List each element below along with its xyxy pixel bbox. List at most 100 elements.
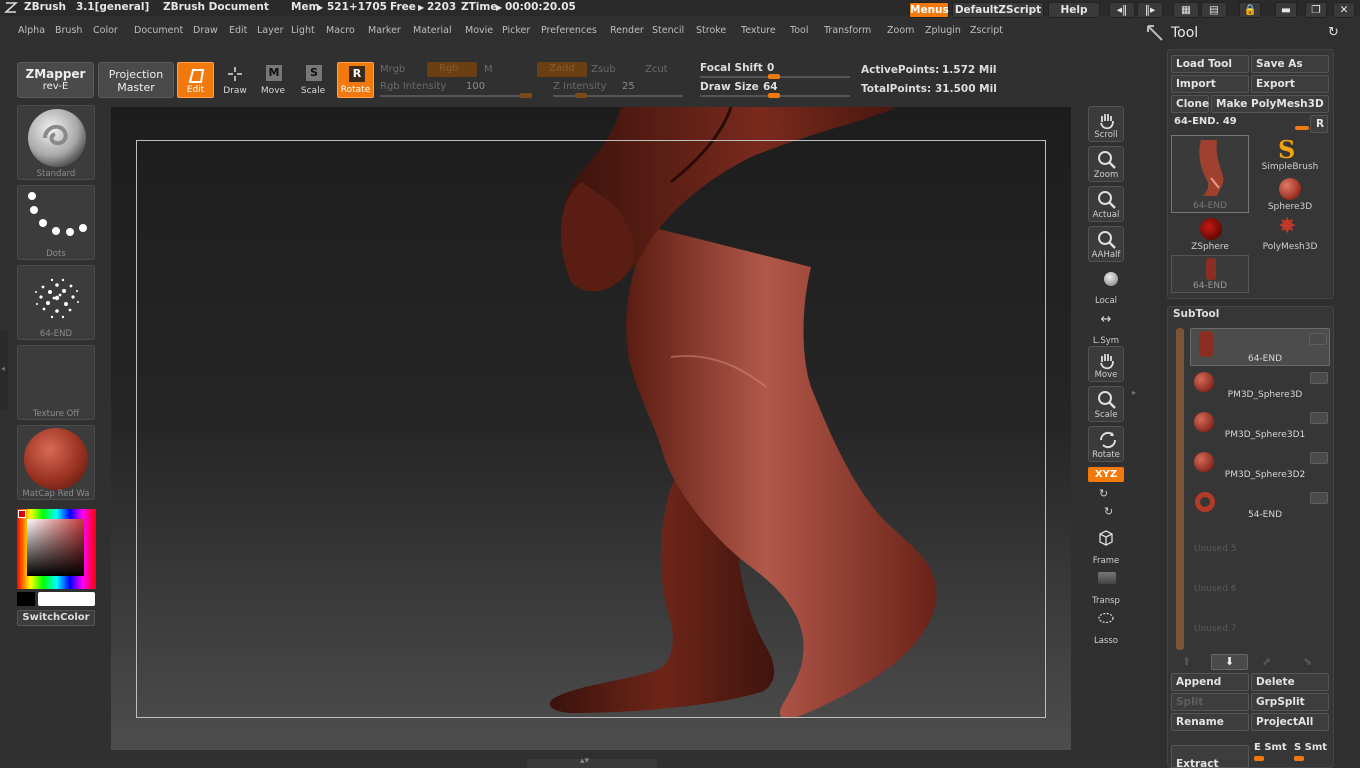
current-tool-slider[interactable]: 64-END. 49 (1171, 115, 1309, 132)
menu-alpha[interactable]: Alpha (18, 25, 45, 36)
zsub-button[interactable]: Zsub (591, 64, 616, 75)
scroll-tool[interactable]: Scroll (1088, 106, 1124, 142)
arrow-down-icon[interactable]: ⬇ (1211, 654, 1248, 670)
zcut-button[interactable]: Zcut (645, 64, 668, 75)
menu-zoom[interactable]: Zoom (887, 25, 914, 36)
arrow-upright-icon[interactable]: ⬈ (1262, 655, 1271, 668)
subtool-row-pm3d-sphere3d1[interactable]: PM3D_Sphere3D1 (1190, 408, 1330, 446)
z-intensity-slider[interactable] (553, 95, 683, 97)
save-as-button[interactable]: Save As (1251, 55, 1329, 73)
draw-size-knob[interactable] (768, 93, 780, 98)
edit-button[interactable]: Edit (177, 62, 214, 98)
tool-thumb-polymesh3d[interactable]: ✸ PolyMesh3D (1262, 214, 1318, 254)
color-marker[interactable] (18, 510, 26, 518)
menu-color[interactable]: Color (93, 25, 118, 36)
menu-macro[interactable]: Macro (326, 25, 355, 36)
menu-tool[interactable]: Tool (790, 25, 808, 36)
append-button[interactable]: Append (1171, 673, 1249, 691)
menu-stroke[interactable]: Stroke (696, 25, 726, 36)
visibility-eye-icon[interactable] (1309, 333, 1327, 345)
menus-button[interactable]: Menus (909, 2, 949, 18)
layout-alt-icon[interactable]: ▤ (1201, 2, 1227, 18)
rgb-intensity-slider[interactable] (380, 95, 530, 97)
arrow-up-icon[interactable]: ⬆ (1182, 655, 1191, 668)
layout-icon[interactable]: ▦ (1173, 2, 1199, 18)
aahalf-tool[interactable]: AAHalf (1088, 226, 1124, 262)
arrow-downright-icon[interactable]: ⬊ (1303, 655, 1312, 668)
menu-brush[interactable]: Brush (55, 25, 82, 36)
main-color-swatch[interactable] (38, 592, 95, 606)
rotate-button[interactable]: R Rotate (337, 62, 374, 98)
visibility-eye-icon[interactable] (1310, 412, 1328, 424)
secondary-color-swatch[interactable] (17, 592, 35, 606)
current-tool-knob[interactable] (1295, 126, 1309, 130)
rotate-y-icon[interactable]: ↻ (1099, 487, 1108, 500)
frame-tool[interactable]: Frame (1086, 528, 1126, 566)
rgb-toggle[interactable]: Rgb (427, 62, 477, 77)
scroll-left-icon[interactable]: ◂‖ (1109, 2, 1135, 18)
e-smt-knob[interactable] (1254, 756, 1264, 761)
rgb-intensity-knob[interactable] (520, 93, 532, 98)
default-zscript-button[interactable]: DefaultZScript (952, 2, 1044, 18)
draw-button[interactable]: Draw (218, 62, 252, 98)
texture-selector[interactable]: Texture Off (17, 345, 95, 420)
menu-material[interactable]: Material (413, 25, 452, 36)
actual-tool[interactable]: Actual (1088, 186, 1124, 222)
menu-picker[interactable]: Picker (502, 25, 530, 36)
export-button[interactable]: Export (1251, 75, 1329, 93)
subtool-row-54end[interactable]: 54-END (1190, 488, 1330, 526)
grpsplit-button[interactable]: GrpSplit (1251, 693, 1329, 711)
menu-layer[interactable]: Layer (257, 25, 284, 36)
switch-color-button[interactable]: SwitchColor (17, 610, 95, 626)
menu-render[interactable]: Render (610, 25, 644, 36)
m-button[interactable]: M (484, 64, 493, 75)
menu-draw[interactable]: Draw (193, 25, 218, 36)
clone-button[interactable]: Clone (1171, 95, 1209, 113)
menu-preferences[interactable]: Preferences (541, 25, 597, 36)
stroke-selector[interactable]: Dots (17, 185, 95, 260)
menu-stencil[interactable]: Stencil (652, 25, 684, 36)
move-button[interactable]: M Move (256, 62, 290, 98)
projectall-button[interactable]: ProjectAll (1251, 713, 1329, 731)
lsym-tool[interactable]: ↔ L.Sym (1086, 308, 1126, 346)
tool-thumb-64end[interactable]: 64-END (1171, 135, 1249, 213)
menu-marker[interactable]: Marker (368, 25, 401, 36)
subtool-scrollbar[interactable] (1176, 328, 1184, 650)
subtool-row-unused7[interactable]: Unused 7 (1190, 608, 1330, 646)
tool-thumb-simplebrush[interactable]: S SimpleBrush (1262, 135, 1319, 173)
lock-icon[interactable]: 🔒 (1239, 2, 1261, 18)
tool-refresh-icon[interactable]: ↻ (1328, 25, 1339, 40)
subtool-row-unused6[interactable]: Unused 6 (1190, 568, 1330, 606)
extract-button[interactable]: Extract (1171, 745, 1249, 768)
close-icon[interactable]: ✕ (1333, 2, 1355, 18)
left-tray-handle[interactable]: ◂ (0, 330, 8, 410)
right-tray-handle[interactable]: ▸ (1132, 380, 1140, 410)
tool-drag-icon[interactable] (1146, 24, 1164, 42)
bottom-tray-handle[interactable]: ▴▾ (527, 756, 657, 768)
material-selector[interactable]: MatCap Red Wa (17, 425, 95, 500)
alpha-selector[interactable]: 64-END (17, 265, 95, 340)
subtool-row-pm3d-sphere3d2[interactable]: PM3D_Sphere3D2 (1190, 448, 1330, 486)
rename-button[interactable]: Rename (1171, 713, 1249, 731)
menu-texture[interactable]: Texture (741, 25, 776, 36)
zmapper-button[interactable]: ZMapper rev-E (17, 62, 94, 98)
rotate-view-tool[interactable]: Rotate (1088, 426, 1124, 462)
tool-thumb-64end-small[interactable]: 64-END (1171, 255, 1249, 293)
lasso-tool[interactable]: Lasso (1086, 608, 1126, 646)
make-polymesh-button[interactable]: Make PolyMesh3D (1211, 95, 1329, 113)
tool-thumb-sphere3d[interactable]: Sphere3D (1262, 176, 1318, 214)
menu-movie[interactable]: Movie (465, 25, 493, 36)
scale-view-tool[interactable]: Scale (1088, 386, 1124, 422)
menu-light[interactable]: Light (291, 25, 315, 36)
zoom-tool[interactable]: Zoom (1088, 146, 1124, 182)
maximize-icon[interactable]: ❐ (1305, 2, 1327, 18)
tool-thumb-zsphere[interactable]: ZSphere (1182, 216, 1238, 254)
menu-transform[interactable]: Transform (824, 25, 871, 36)
scroll-right-icon[interactable]: ‖▸ (1137, 2, 1163, 18)
z-intensity-knob[interactable] (575, 93, 587, 98)
import-button[interactable]: Import (1171, 75, 1249, 93)
split-button[interactable]: Split (1171, 693, 1249, 711)
projection-master-button[interactable]: Projection Master (98, 62, 174, 98)
visibility-eye-icon[interactable] (1310, 372, 1328, 384)
transp-tool[interactable]: Transp (1086, 568, 1126, 606)
